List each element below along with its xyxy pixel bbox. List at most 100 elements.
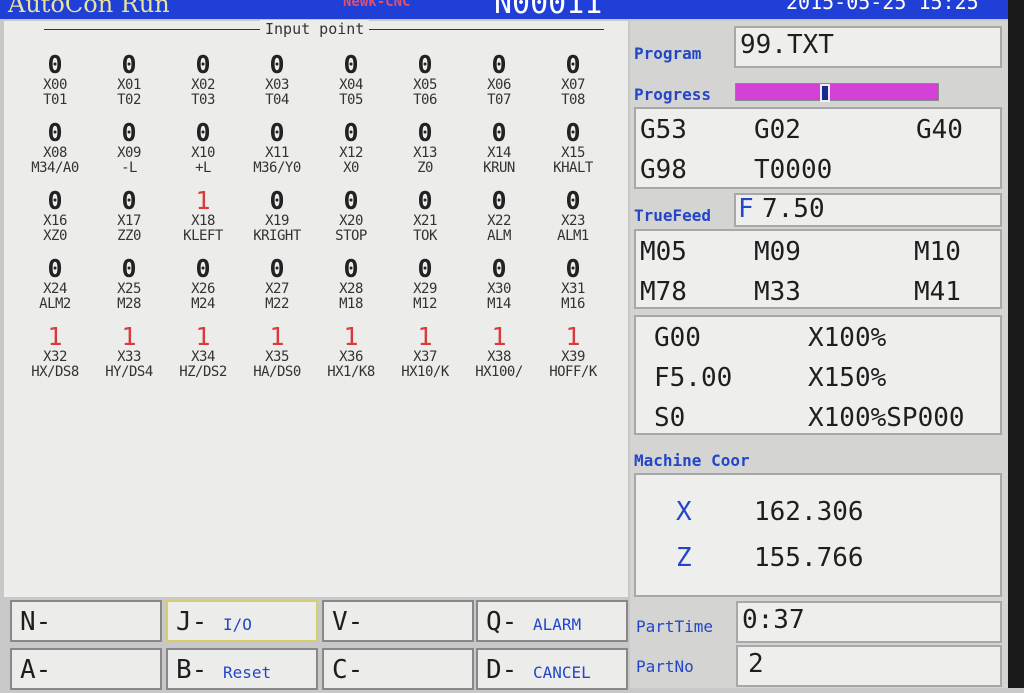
input-point: 0 X22 ALM <box>462 187 536 253</box>
point-address: X23 <box>561 213 585 229</box>
point-address: X32 <box>43 349 67 365</box>
point-address: X28 <box>339 281 363 297</box>
partno-value: 2 <box>748 649 764 679</box>
point-state: 0 <box>417 118 433 147</box>
input-point: 1 X39 HOFF/K <box>536 323 610 389</box>
point-address: X25 <box>117 281 141 297</box>
point-address: X19 <box>265 213 289 229</box>
point-function: X0 <box>343 160 359 176</box>
point-function: KLEFT <box>183 228 223 244</box>
input-point: 1 X35 HA/DS0 <box>240 323 314 389</box>
fkey-a-button[interactable]: A- <box>10 648 162 690</box>
fkey-v-button[interactable]: V- <box>322 600 474 642</box>
point-address: X05 <box>413 77 437 93</box>
input-point: 0 X21 TOK <box>388 187 462 253</box>
point-address: X11 <box>265 145 289 161</box>
gcode-box: G53 G02 G40 G98 T0000 <box>634 107 1002 189</box>
point-state: 0 <box>195 50 211 79</box>
brand-label: Newk-CNC <box>343 0 411 10</box>
fkey-j-button[interactable]: J- I/O <box>166 600 318 642</box>
input-point: 0 X10 +L <box>166 119 240 185</box>
input-point: 0 X26 M24 <box>166 255 240 321</box>
point-address: X15 <box>561 145 585 161</box>
input-point: 0 X29 M12 <box>388 255 462 321</box>
point-state: 0 <box>269 118 285 147</box>
input-point: 0 X01 T02 <box>92 51 166 117</box>
point-state: 0 <box>417 50 433 79</box>
point-function: +L <box>195 160 211 176</box>
coordinates-box: X 162.306 Z 155.766 <box>634 473 1002 597</box>
point-state: 0 <box>343 186 359 215</box>
progress-knob <box>819 84 830 102</box>
input-point: 1 X33 HY/DS4 <box>92 323 166 389</box>
rapid-override: X100% <box>808 323 887 353</box>
partno-field: 2 <box>736 645 1002 687</box>
point-state: 0 <box>47 50 63 79</box>
fkey-letter: C- <box>332 655 364 685</box>
gcode: G40 <box>916 115 963 145</box>
spindle-code: S0 <box>654 403 686 433</box>
spindle-override: X100%SP000 <box>808 403 965 433</box>
input-point: 0 X31 M16 <box>536 255 610 321</box>
point-address: X03 <box>265 77 289 93</box>
line-number: N00011 <box>494 0 603 19</box>
point-state: 1 <box>195 186 211 215</box>
point-function: M28 <box>117 296 141 312</box>
point-state: 1 <box>195 322 211 351</box>
input-point: 0 X28 M18 <box>314 255 388 321</box>
input-point: 1 X38 HX100/ <box>462 323 536 389</box>
parttime-field: 0:37 <box>736 601 1002 643</box>
point-function: HX1/K8 <box>327 364 375 380</box>
input-point: 0 X16 XZ0 <box>18 187 92 253</box>
point-function: HOFF/K <box>549 364 597 380</box>
point-address: X29 <box>413 281 437 297</box>
point-address: X12 <box>339 145 363 161</box>
point-function: M36/Y0 <box>253 160 301 176</box>
partno-label: PartNo <box>636 657 694 676</box>
fkey-letter: D- <box>486 655 518 685</box>
input-point: 0 X08 M34/A0 <box>18 119 92 185</box>
point-state: 0 <box>121 118 137 147</box>
mode-code: G00 <box>654 323 701 353</box>
input-point: 0 X23 ALM1 <box>536 187 610 253</box>
input-point: 1 X37 HX10/K <box>388 323 462 389</box>
datetime: 2015-05-25 15:25 <box>786 0 979 14</box>
point-address: X00 <box>43 77 67 93</box>
fkey-b-button[interactable]: B- Reset <box>166 648 318 690</box>
input-point: 0 X15 KHALT <box>536 119 610 185</box>
input-point: 0 X09 -L <box>92 119 166 185</box>
point-function: HA/DS0 <box>253 364 301 380</box>
parttime-value: 0:37 <box>742 605 805 635</box>
fkey-d-button[interactable]: D- CANCEL <box>476 648 628 690</box>
point-state: 0 <box>47 254 63 283</box>
point-state: 0 <box>491 118 507 147</box>
point-address: X30 <box>487 281 511 297</box>
point-function: M14 <box>487 296 511 312</box>
mcode: M09 <box>754 237 801 267</box>
fkey-n-button[interactable]: N- <box>10 600 162 642</box>
parttime-label: PartTime <box>636 617 714 636</box>
fkey-q-button[interactable]: Q- ALARM <box>476 600 628 642</box>
gcode: G02 <box>754 115 801 145</box>
point-state: 0 <box>417 186 433 215</box>
point-address: X08 <box>43 145 67 161</box>
input-point: 1 X18 KLEFT <box>166 187 240 253</box>
point-function: T02 <box>117 92 141 108</box>
mcode: M41 <box>914 277 961 307</box>
fkey-letter: J- <box>176 607 208 637</box>
fkey-letter: Q- <box>486 607 518 637</box>
feed-value: 7.50 <box>762 194 825 224</box>
fkey-c-button[interactable]: C- <box>322 648 474 690</box>
program-field[interactable]: 99.TXT <box>734 26 1002 68</box>
tool-code: T0000 <box>754 155 833 185</box>
point-state: 0 <box>269 50 285 79</box>
point-address: X39 <box>561 349 585 365</box>
point-function: T08 <box>561 92 585 108</box>
point-state: 1 <box>343 322 359 351</box>
point-address: X22 <box>487 213 511 229</box>
point-function: ALM2 <box>39 296 71 312</box>
point-state: 0 <box>195 254 211 283</box>
point-state: 0 <box>565 50 581 79</box>
input-point: 0 X05 T06 <box>388 51 462 117</box>
point-function: M16 <box>561 296 585 312</box>
